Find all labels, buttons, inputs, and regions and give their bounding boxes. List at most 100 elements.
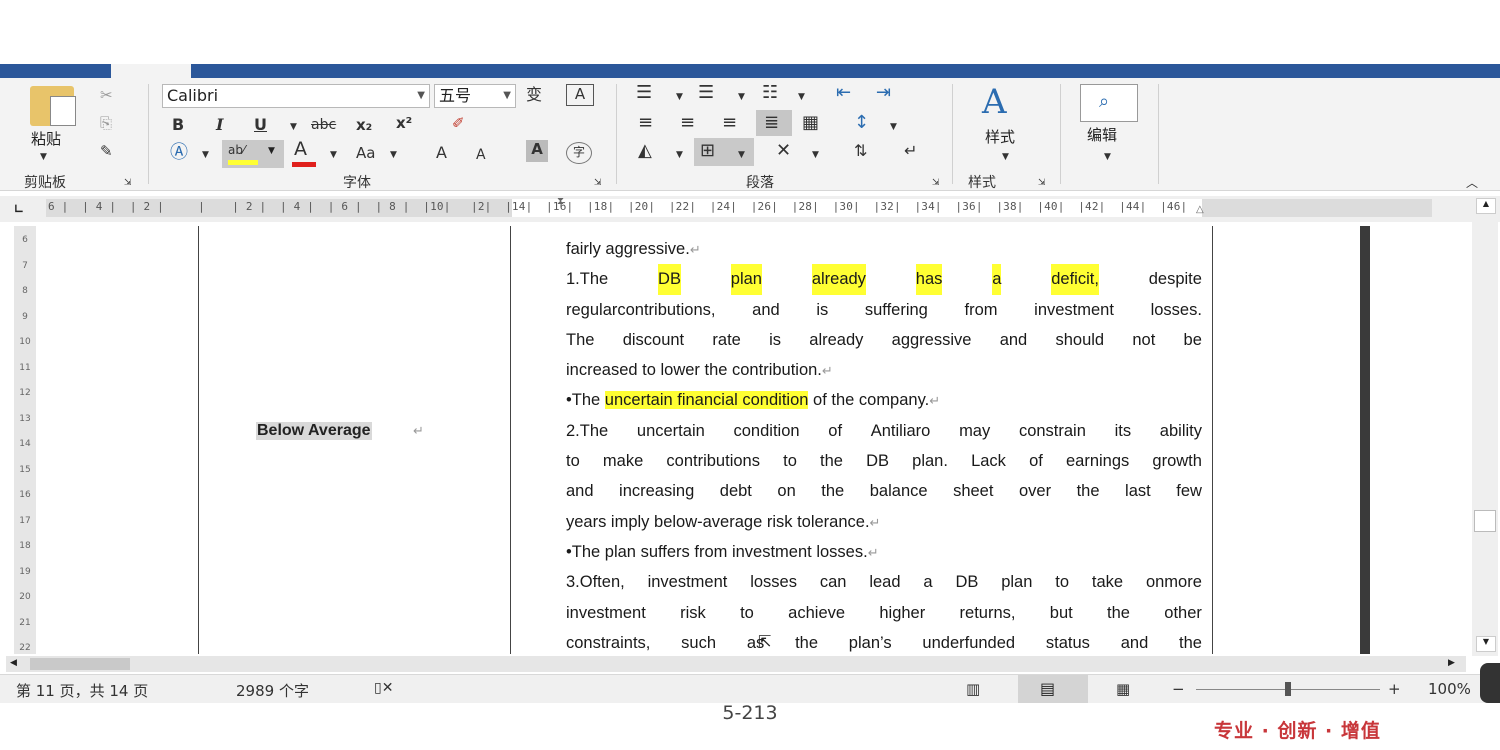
text-line[interactable]: investment risk to achieve higher returns, but…: [566, 598, 1202, 628]
right-indent-marker-icon[interactable]: △: [1196, 204, 1204, 215]
change-case-button[interactable]: Aa: [356, 144, 375, 162]
character-border-icon[interactable]: A: [566, 84, 594, 106]
font-color-dropdown-icon[interactable]: ▼: [330, 146, 337, 164]
justify-button[interactable]: ≣: [756, 110, 792, 136]
text-line[interactable]: 2.The uncertain condition of Antiliaro may con…: [566, 416, 1202, 446]
text-line[interactable]: •The uncertain financial condition of th…: [566, 385, 1202, 415]
text-line[interactable]: and increasing debt on the balance sheet over th…: [566, 476, 1202, 506]
subscript-button[interactable]: x₂: [356, 116, 372, 134]
align-left-icon[interactable]: ≡: [638, 114, 653, 132]
text-line[interactable]: The discount rate is already aggressive and sho…: [566, 325, 1202, 355]
superscript-button[interactable]: x²: [396, 114, 412, 132]
text-line[interactable]: years imply below-average risk tolerance…: [566, 507, 1202, 537]
decrease-indent-icon[interactable]: ⇤: [836, 84, 851, 102]
font-launcher-icon[interactable]: ⇲: [594, 174, 602, 192]
line-spacing-icon[interactable]: ↕: [854, 114, 869, 132]
styles-dropdown-icon[interactable]: ▼: [1002, 148, 1009, 166]
find-button[interactable]: ⌕: [1080, 84, 1138, 122]
vertical-scrollbar[interactable]: ▲ ▼: [1472, 196, 1498, 656]
document-page[interactable]: Below Average ↵ fairly aggressive.↵ 1.The…: [38, 226, 1432, 654]
scroll-right-icon[interactable]: ▶: [1448, 658, 1455, 668]
styles-icon[interactable]: A: [982, 82, 1007, 122]
show-marks-icon[interactable]: ↵: [904, 142, 917, 160]
multilevel-dropdown-icon[interactable]: ▼: [798, 88, 805, 106]
align-center-icon[interactable]: ≡: [680, 114, 695, 132]
numbering-dropdown-icon[interactable]: ▼: [738, 88, 745, 106]
text-line[interactable]: 3.Often, investment losses can lead a DB plan to…: [566, 567, 1202, 597]
font-color-button[interactable]: A: [294, 140, 307, 159]
styles-launcher-icon[interactable]: ⇲: [1038, 174, 1046, 192]
active-ribbon-tab[interactable]: [111, 64, 191, 78]
zoom-level[interactable]: 100%: [1428, 680, 1471, 698]
strikethrough-button[interactable]: abc: [311, 116, 336, 134]
zoom-out-button[interactable]: −: [1172, 680, 1185, 698]
chinese-layout-dropdown-icon[interactable]: ▼: [812, 146, 819, 164]
change-case-dropdown-icon[interactable]: ▼: [390, 146, 397, 164]
page-count[interactable]: 第 11 页，共 14 页: [16, 680, 148, 701]
editing-button-label[interactable]: 编辑: [1087, 124, 1117, 145]
highlight-button[interactable]: ab⁄ ▼: [222, 140, 284, 168]
bullets-icon[interactable]: ☰: [636, 84, 652, 102]
horizontal-ruler[interactable]: ∟ 6 | | 4 | | 2 | | | 2 | | 4 | | 6 | | …: [0, 196, 1500, 222]
multilevel-list-icon[interactable]: ☷: [762, 84, 778, 102]
text-line[interactable]: constraints, such as the plan’s underfunded st…: [566, 628, 1202, 654]
text-effects-dropdown-icon[interactable]: ▼: [202, 146, 209, 164]
line-spacing-dropdown-icon[interactable]: ▼: [890, 118, 897, 136]
text-effects-icon[interactable]: Ⓐ: [170, 144, 188, 162]
read-mode-icon[interactable]: ▥: [966, 680, 980, 698]
clipboard-launcher-icon[interactable]: ⇲: [124, 174, 132, 192]
text-line[interactable]: 1.The DB plan already has a deficit, despite: [566, 264, 1202, 295]
font-size-select[interactable]: 五号 ▼: [434, 84, 516, 108]
align-right-icon[interactable]: ≡: [722, 114, 737, 132]
collapse-ribbon-icon[interactable]: ︿: [1466, 174, 1478, 192]
tab-selector-icon[interactable]: ∟: [14, 202, 24, 216]
scroll-up-icon[interactable]: ▲: [1476, 198, 1496, 214]
paste-button-label[interactable]: 粘贴: [31, 128, 61, 149]
text-line[interactable]: fairly aggressive.↵: [566, 234, 1202, 264]
scroll-left-icon[interactable]: ◀: [10, 658, 17, 668]
editing-dropdown-icon[interactable]: ▼: [1104, 148, 1111, 166]
horizontal-scroll-thumb[interactable]: [30, 658, 130, 670]
zoom-in-button[interactable]: +: [1388, 680, 1401, 698]
format-painter-icon[interactable]: ✎: [100, 142, 113, 160]
clear-formatting-icon[interactable]: ✐: [452, 114, 465, 132]
text-line[interactable]: •The plan suffers from investment losses…: [566, 537, 1202, 567]
indent-marker-icon[interactable]: ⧗: [557, 196, 564, 207]
underline-dropdown-icon[interactable]: ▼: [290, 118, 297, 136]
print-layout-button[interactable]: ▤: [1018, 675, 1088, 703]
copy-icon[interactable]: ⎘: [100, 114, 112, 132]
styles-button-label[interactable]: 样式: [985, 126, 1015, 147]
shading-icon[interactable]: ◭: [638, 142, 652, 160]
scroll-down-icon[interactable]: ▼: [1476, 636, 1496, 652]
text-line[interactable]: increased to lower the contribution.↵: [566, 355, 1202, 385]
phonetic-guide-icon[interactable]: 变: [526, 86, 542, 104]
borders-button[interactable]: ⊞ ▼: [694, 138, 754, 166]
cut-icon[interactable]: ✂: [100, 86, 113, 104]
word-count[interactable]: 2989 个字: [236, 680, 309, 701]
italic-button[interactable]: I: [216, 116, 223, 134]
increase-indent-icon[interactable]: ⇥: [876, 84, 891, 102]
web-layout-icon[interactable]: ▦: [1116, 680, 1130, 698]
underline-button[interactable]: U: [254, 116, 267, 134]
analysis-text-block[interactable]: fairly aggressive.↵ 1.The DB plan already has…: [566, 234, 1202, 654]
enclose-characters-icon[interactable]: 字: [566, 142, 592, 164]
grow-font-button[interactable]: A: [436, 144, 447, 162]
vertical-scroll-thumb[interactable]: [1474, 510, 1496, 532]
character-shading-icon[interactable]: A: [526, 140, 548, 162]
zoom-slider-thumb[interactable]: [1285, 682, 1291, 696]
paragraph-launcher-icon[interactable]: ⇲: [932, 174, 940, 192]
proofing-icon[interactable]: ▯✕: [374, 680, 393, 696]
shading-dropdown-icon[interactable]: ▼: [676, 146, 683, 164]
numbering-icon[interactable]: ☰: [698, 84, 714, 102]
text-line[interactable]: regularcontributions, and is suffering from i…: [566, 295, 1202, 325]
rating-cell-text[interactable]: Below Average: [256, 422, 372, 440]
bullets-dropdown-icon[interactable]: ▼: [676, 88, 683, 106]
paste-dropdown-icon[interactable]: ▼: [40, 148, 47, 166]
horizontal-scrollbar[interactable]: ◀ ▶: [6, 656, 1466, 672]
shrink-font-button[interactable]: A: [476, 146, 486, 164]
font-name-select[interactable]: Calibri ▼: [162, 84, 430, 108]
chinese-layout-icon[interactable]: ✕: [776, 142, 791, 160]
distributed-icon[interactable]: ▦: [802, 114, 819, 132]
text-line[interactable]: to make contributions to the DB plan. Lack of ear…: [566, 446, 1202, 476]
sort-icon[interactable]: ⇅: [854, 142, 867, 160]
